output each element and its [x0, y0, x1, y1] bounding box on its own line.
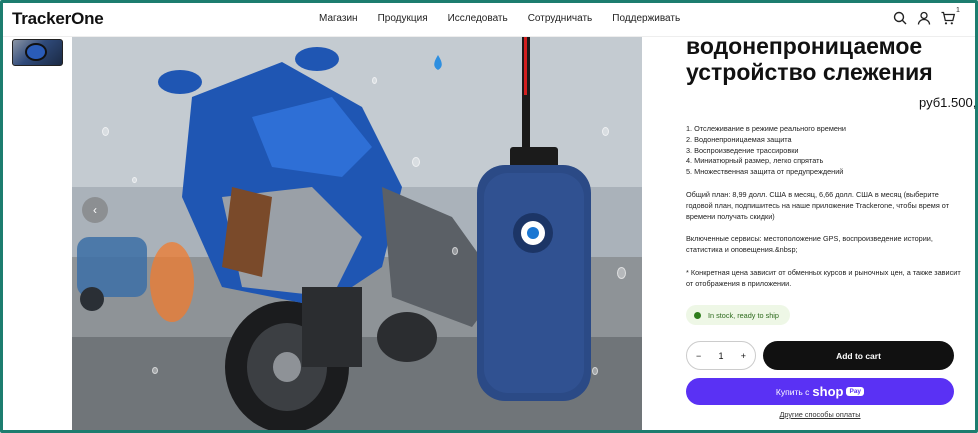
feature-item: 4. Миниатюрный размер, легко спрятать [686, 156, 824, 166]
cart-icon[interactable] [940, 10, 956, 26]
quantity-stepper: − 1 + [686, 341, 756, 370]
feature-item: 2. Водонепроницаемая защита [686, 134, 792, 144]
water-droplet [412, 157, 420, 167]
water-droplet [602, 127, 609, 136]
price-note: * Конкретная цена зависит от обменных ку… [686, 268, 961, 288]
stock-status-label: In stock, ready to ship [708, 310, 779, 320]
product-title: водонепроницаемое устройство слежения [686, 33, 933, 85]
page-frame: TrackerOne Магазин Продукция Исследовать… [0, 0, 978, 433]
services-description: Включенные сервисы: местоположение GPS, … [686, 234, 933, 254]
feature-item: 5. Множественная защита от предупреждени… [686, 167, 844, 177]
stock-status-badge: In stock, ready to ship [686, 305, 790, 325]
feature-item: 3. Воспроизведение трассировки [686, 145, 799, 155]
stock-dot-icon [694, 311, 701, 319]
cart-count-badge: 1 [956, 7, 960, 14]
shop-logo-text: shop [812, 384, 844, 399]
nav-item-products[interactable]: Продукция [378, 13, 428, 24]
product-image[interactable] [72, 37, 642, 430]
motorcycle-thumbnail-graphic [25, 43, 47, 61]
nav-item-explore[interactable]: Исследовать [448, 13, 508, 24]
product-price: руб1.500,0 [919, 95, 978, 110]
product-photo-illustration [72, 37, 642, 430]
nav-item-shop[interactable]: Магазин [319, 13, 358, 24]
water-droplet [152, 367, 158, 374]
search-icon[interactable] [892, 10, 908, 26]
add-to-cart-button[interactable]: Add to cart [763, 341, 954, 370]
site-header: TrackerOne Магазин Продукция Исследовать… [3, 3, 975, 37]
plan-description: Общий план: 8,99 долл. США в месяц, 6,66… [686, 190, 950, 221]
quantity-increase-button[interactable]: + [741, 351, 746, 361]
other-payment-link[interactable]: Другие способы оплаты [686, 410, 954, 419]
nav-item-partner[interactable]: Сотрудничать [528, 13, 593, 24]
image-prev-arrow-icon[interactable]: ‹ [82, 197, 108, 223]
pay-badge: Pay [846, 387, 865, 396]
quantity-value[interactable]: 1 [718, 351, 723, 361]
product-thumbnail[interactable] [12, 39, 63, 66]
feature-item: 1. Отслеживание в режиме реального време… [686, 124, 847, 133]
water-droplet [132, 177, 137, 183]
water-droplet [372, 77, 377, 84]
nav-item-support[interactable]: Поддерживать [612, 13, 680, 24]
quantity-decrease-button[interactable]: − [696, 351, 701, 361]
shop-pay-button[interactable]: Купить с shop Pay [686, 378, 954, 405]
main-nav: Магазин Продукция Исследовать Сотруднича… [319, 13, 700, 24]
feature-list: 1. Отслеживание в режиме реального време… [686, 124, 966, 178]
water-droplet [617, 267, 626, 279]
water-droplet [452, 247, 458, 255]
site-logo[interactable]: TrackerOne [12, 9, 104, 29]
water-droplet [592, 367, 598, 375]
shop-pay-prefix: Купить с [775, 386, 810, 397]
user-icon[interactable] [916, 10, 932, 26]
water-droplet [102, 127, 109, 136]
